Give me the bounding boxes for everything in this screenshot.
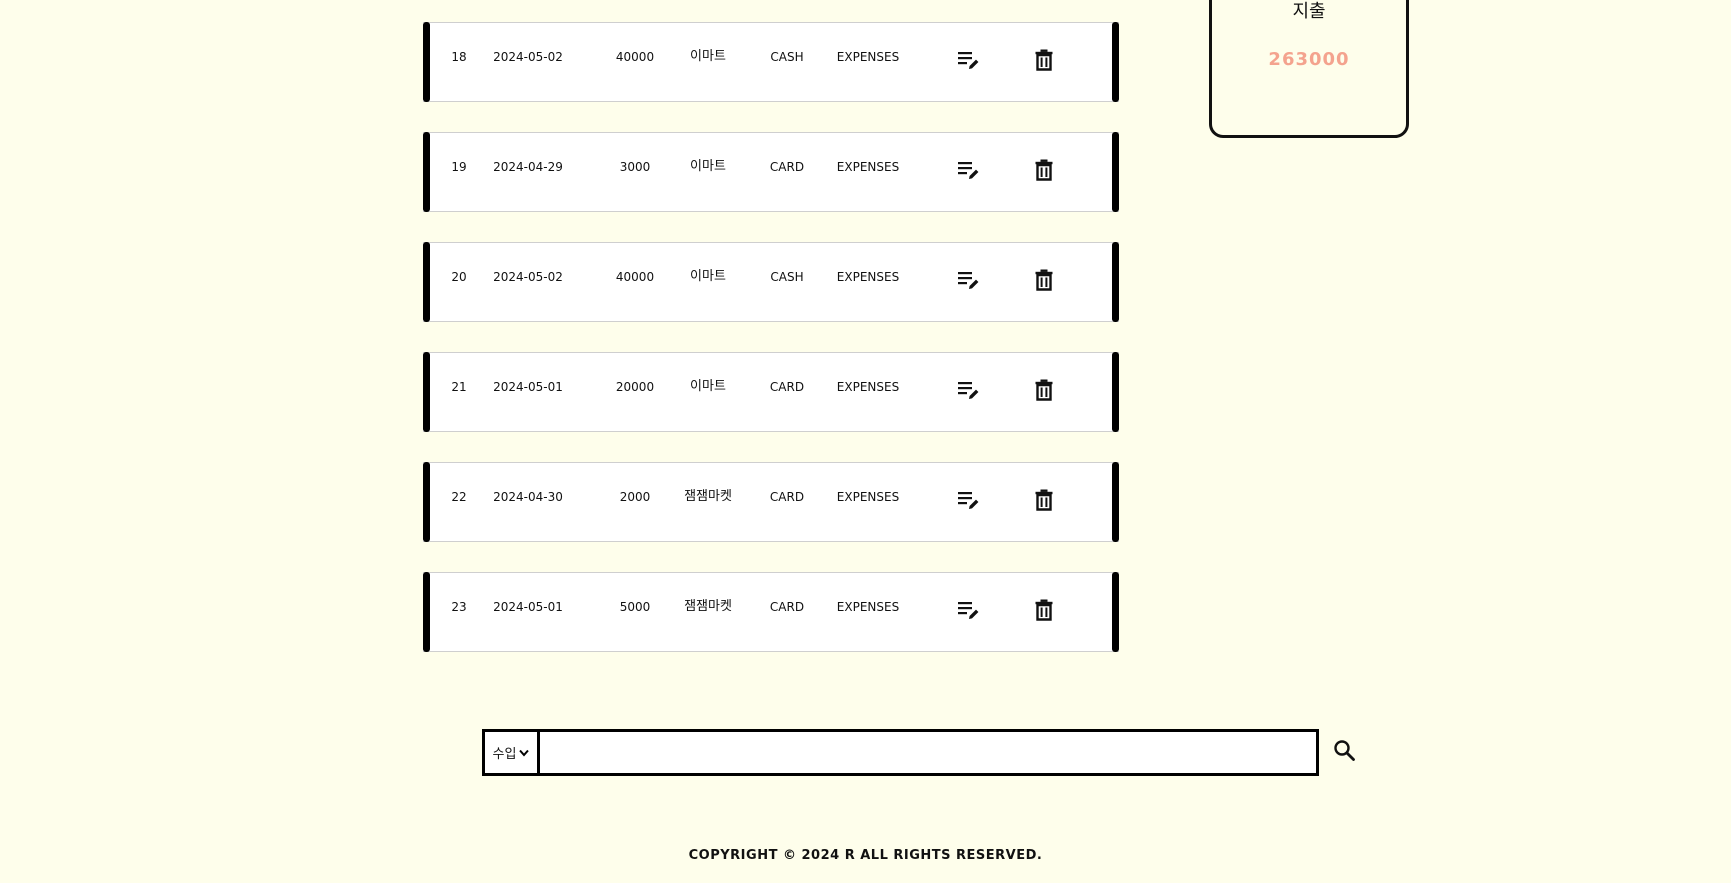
record-row: 19 2024-04-29 3000 이마트 CARD EXPENSES <box>423 132 1119 212</box>
search-icon <box>1334 740 1355 761</box>
record-type: EXPENSES <box>836 490 900 504</box>
record-type: EXPENSES <box>836 50 900 64</box>
record-id: 23 <box>451 600 467 614</box>
record-date: 2024-05-02 <box>493 270 563 284</box>
trash-icon <box>1035 379 1053 401</box>
record-date: 2024-05-01 <box>493 380 563 394</box>
record-type: EXPENSES <box>836 600 900 614</box>
record-id: 19 <box>451 160 467 174</box>
record-payment-method: CARD <box>769 600 805 614</box>
trash-icon <box>1035 489 1053 511</box>
record-row: 18 2024-05-02 40000 이마트 CASH EXPENSES <box>423 22 1119 102</box>
summary-label: 지출 <box>1292 1 1326 22</box>
search-category-value: 수입 <box>492 747 517 762</box>
record-amount: 40000 <box>615 270 655 284</box>
record-id: 20 <box>451 270 467 284</box>
record-place: 잼잼마켓 <box>684 489 732 504</box>
record-amount: 2000 <box>619 490 651 504</box>
record-amount: 5000 <box>619 600 651 614</box>
record-date: 2024-04-29 <box>493 160 563 174</box>
record-place: 이마트 <box>690 379 726 394</box>
chevron-down-icon <box>519 749 530 757</box>
record-place: 이마트 <box>690 159 726 174</box>
record-date: 2024-04-30 <box>493 490 563 504</box>
edit-record-button[interactable] <box>955 377 981 403</box>
record-amount: 40000 <box>615 50 655 64</box>
search-category-select[interactable]: 수입 <box>485 732 540 773</box>
record-payment-method: CASH <box>770 270 804 284</box>
edit-note-icon <box>958 272 979 289</box>
record-type: EXPENSES <box>836 270 900 284</box>
search-button[interactable] <box>1330 736 1360 766</box>
delete-record-button[interactable] <box>1031 267 1057 293</box>
trash-icon <box>1035 159 1053 181</box>
delete-record-button[interactable] <box>1031 487 1057 513</box>
record-place: 잼잼마켓 <box>684 599 732 614</box>
edit-note-icon <box>958 162 979 179</box>
record-type: EXPENSES <box>836 160 900 174</box>
delete-record-button[interactable] <box>1031 597 1057 623</box>
edit-record-button[interactable] <box>955 47 981 73</box>
record-place: 이마트 <box>690 49 726 64</box>
record-date: 2024-05-01 <box>493 600 563 614</box>
trash-icon <box>1035 49 1053 71</box>
edit-note-icon <box>958 492 979 509</box>
delete-record-button[interactable] <box>1031 47 1057 73</box>
summary-value: 263000 <box>1268 49 1350 70</box>
record-date: 2024-05-02 <box>493 50 563 64</box>
record-type: EXPENSES <box>836 380 900 394</box>
edit-record-button[interactable] <box>955 267 981 293</box>
delete-record-button[interactable] <box>1031 157 1057 183</box>
edit-record-button[interactable] <box>955 157 981 183</box>
delete-record-button[interactable] <box>1031 377 1057 403</box>
record-id: 18 <box>451 50 467 64</box>
record-list: 18 2024-05-02 40000 이마트 CASH EXPENSES 19 2024-0… <box>423 22 1119 682</box>
edit-note-icon <box>958 382 979 399</box>
record-row: 22 2024-04-30 2000 잼잼마켓 CARD EXPENSES <box>423 462 1119 542</box>
search-input[interactable] <box>540 732 1316 773</box>
edit-note-icon <box>958 52 979 69</box>
footer-copyright: COPYRIGHT © 2024 R ALL RIGHTS RESERVED. <box>688 848 1043 863</box>
edit-record-button[interactable] <box>955 487 981 513</box>
record-row: 21 2024-05-01 20000 이마트 CARD EXPENSES <box>423 352 1119 432</box>
search-bar: 수입 <box>482 729 1319 776</box>
record-id: 21 <box>451 380 467 394</box>
summary-card: 지출 263000 <box>1209 0 1409 138</box>
record-place: 이마트 <box>690 269 726 284</box>
trash-icon <box>1035 269 1053 291</box>
record-payment-method: CARD <box>769 490 805 504</box>
edit-note-icon <box>958 602 979 619</box>
record-id: 22 <box>451 490 467 504</box>
record-amount: 20000 <box>615 380 655 394</box>
record-row: 23 2024-05-01 5000 잼잼마켓 CARD EXPENSES <box>423 572 1119 652</box>
record-payment-method: CARD <box>769 160 805 174</box>
record-payment-method: CASH <box>770 50 804 64</box>
edit-record-button[interactable] <box>955 597 981 623</box>
trash-icon <box>1035 599 1053 621</box>
record-amount: 3000 <box>619 160 651 174</box>
record-payment-method: CARD <box>769 380 805 394</box>
record-row: 20 2024-05-02 40000 이마트 CASH EXPENSES <box>423 242 1119 322</box>
